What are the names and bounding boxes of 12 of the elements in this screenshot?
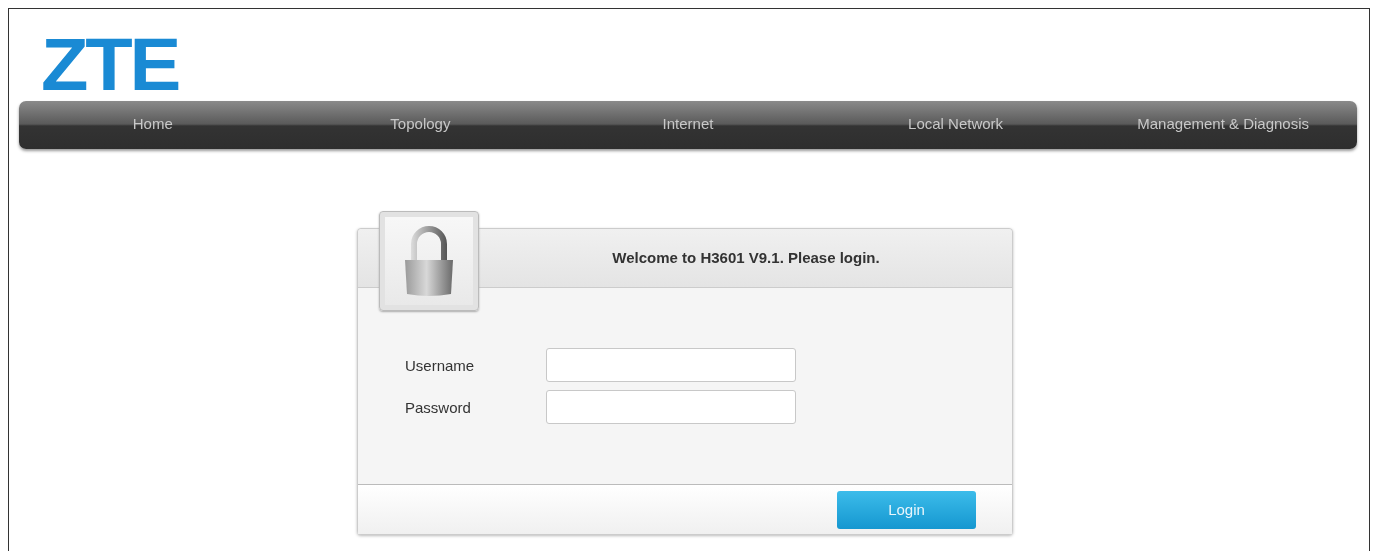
field-label: Username (404, 356, 476, 374)
password-field[interactable] (546, 390, 796, 424)
field-label: Password (404, 398, 472, 416)
username-field[interactable] (546, 348, 796, 382)
nav-item[interactable]: Internet (554, 101, 822, 149)
logo: ZTE (41, 29, 179, 101)
nav-item[interactable]: Local Network (821, 101, 1090, 149)
login-button[interactable]: Login (837, 490, 976, 529)
nav-item[interactable]: Home (19, 101, 287, 149)
nav-item[interactable]: Management & Diagnosis (1089, 101, 1357, 149)
nav-item[interactable]: Topology (286, 101, 555, 149)
panel-title: Welcome to H3601 V9.1. Please login. (611, 248, 881, 268)
